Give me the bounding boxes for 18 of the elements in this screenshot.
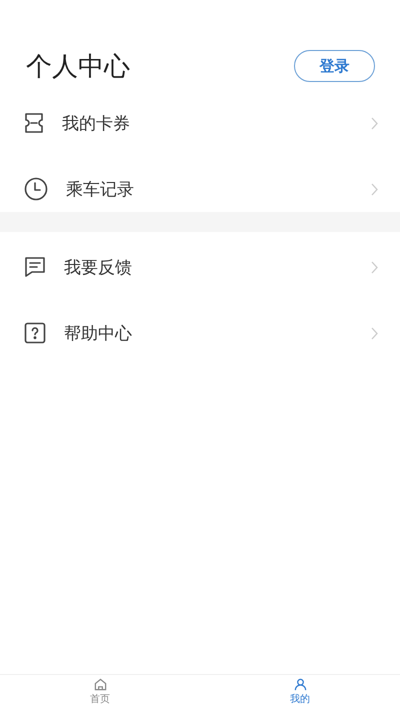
person-icon bbox=[294, 678, 306, 691]
tab-label[interactable]: 我的 bbox=[290, 692, 310, 706]
page-title: 个人中心 bbox=[26, 50, 130, 84]
login-button[interactable]: 登录 bbox=[294, 50, 375, 82]
message-icon bbox=[24, 256, 46, 278]
chevron-icon bbox=[371, 326, 378, 340]
menu-item-label[interactable]: 我的卡券 bbox=[62, 112, 371, 134]
home-icon bbox=[94, 678, 106, 691]
clock-icon bbox=[24, 177, 48, 201]
chevron-icon bbox=[371, 182, 378, 196]
ticket-icon bbox=[24, 112, 44, 134]
menu-item-label[interactable]: 乘车记录 bbox=[66, 178, 371, 200]
help-icon bbox=[24, 322, 46, 344]
menu-item-label[interactable]: 我要反馈 bbox=[64, 256, 371, 278]
chevron-icon bbox=[371, 260, 378, 274]
tab-label[interactable]: 首页 bbox=[90, 692, 110, 706]
menu-item-label[interactable]: 帮助中心 bbox=[64, 322, 371, 344]
chevron-icon bbox=[371, 116, 378, 130]
